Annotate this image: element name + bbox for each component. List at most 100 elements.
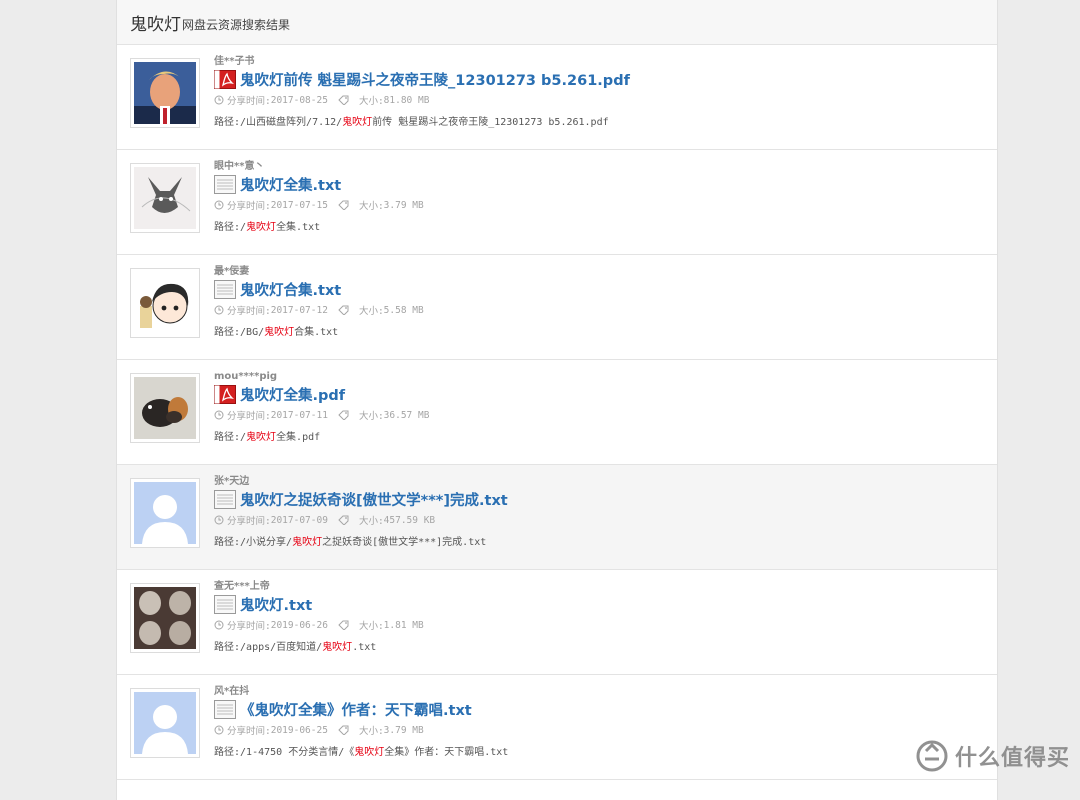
avatar-image (134, 62, 196, 124)
share-date: 2017-07-12 (270, 304, 328, 316)
path-keyword: 鬼吹灯 (292, 537, 323, 548)
size-label: 大小: (358, 96, 384, 107)
title-row: 鬼吹灯前传 魁星踢斗之夜帝王陵_12301273 b5.261.pdf (214, 69, 987, 90)
tag-icon (338, 95, 349, 105)
result-info: 风*在抖 《鬼吹灯全集》作者：天下霸唱.txt 分享时间: 2019-06-25 大小:… (214, 686, 987, 758)
title-rest: 合集.txt (283, 283, 342, 299)
title-keyword: 鬼吹灯 (240, 493, 284, 509)
result-info: mou****pig 鬼吹灯全集.pdf 分享时间: 2017-07-11 大小: 36.… (214, 371, 987, 443)
uploader-name[interactable]: 风*在抖 (214, 686, 987, 698)
uploader-name[interactable]: 最*佞妻 (214, 266, 987, 278)
title-row: 鬼吹灯.txt (214, 594, 987, 615)
share-date: 2019-06-26 (270, 619, 328, 631)
file-title-link[interactable]: 鬼吹灯全集.txt (240, 174, 341, 195)
uploader-name[interactable]: 眼中**意丶 (214, 161, 987, 173)
tag-icon (338, 410, 349, 420)
file-path: 路径:/1-4750 不分类言情/《鬼吹灯全集》作者：天下霸唱.txt (214, 743, 987, 758)
user-avatar[interactable] (130, 583, 200, 653)
pdf-file-icon (214, 385, 236, 404)
path-prefix: /apps/百度知道/ (240, 642, 323, 653)
result-info: 眼中**意丶 鬼吹灯全集.txt 分享时间: 2017-07-15 大小: 3.79 MB… (214, 161, 987, 233)
file-title-link[interactable]: 鬼吹灯全集.pdf (240, 384, 345, 405)
tag-icon (338, 200, 349, 210)
file-size: 3.79 MB (383, 724, 424, 736)
result-item: 查无***上帝 鬼吹灯.txt 分享时间: 2019-06-26 大小: 1.81 MB 路… (117, 570, 997, 675)
path-label: 路径: (214, 432, 241, 443)
title-rest: 全集.txt (283, 178, 342, 194)
user-avatar[interactable] (130, 373, 200, 443)
title-row: 鬼吹灯之捉妖奇谈[傲世文学***]完成.txt (214, 489, 987, 510)
result-item: 张*天边 鬼吹灯之捉妖奇谈[傲世文学***]完成.txt 分享时间: 2017-07-… (117, 465, 997, 570)
user-avatar[interactable] (130, 163, 200, 233)
file-meta: 分享时间: 2017-07-09 大小: 457.59 KB (214, 513, 987, 527)
path-keyword: 鬼吹灯 (342, 117, 373, 128)
clock-icon (214, 620, 224, 630)
file-title-link[interactable]: 《鬼吹灯全集》作者：天下霸唱.txt (240, 699, 472, 720)
path-keyword: 鬼吹灯 (354, 747, 385, 758)
path-label: 路径: (214, 222, 241, 233)
result-item: mou****pig 鬼吹灯全集.pdf 分享时间: 2017-07-11 大小: 36.… (117, 360, 997, 465)
file-meta: 分享时间: 2019-06-26 大小: 1.81 MB (214, 618, 987, 632)
path-suffix: .txt (352, 642, 377, 653)
pdf-file-icon (214, 70, 236, 89)
file-meta: 分享时间: 2019-06-25 大小: 3.79 MB (214, 723, 987, 737)
uploader-name[interactable]: 查无***上帝 (214, 581, 987, 593)
result-item: 眼中**意丶 鬼吹灯全集.txt 分享时间: 2017-07-15 大小: 3.79 MB… (117, 150, 997, 255)
share-date: 2017-07-09 (270, 514, 328, 526)
watermark-text: 什么值得买 (954, 746, 1070, 771)
share-date: 2017-07-15 (270, 199, 328, 211)
path-suffix: 全集.txt (276, 222, 321, 233)
title-prefix: 《 (240, 703, 255, 719)
result-info: 佳**子书 鬼吹灯前传 魁星踢斗之夜帝王陵_12301273 b5.261.pdf… (214, 56, 987, 128)
file-path: 路径:/小说分享/鬼吹灯之捉妖奇谈[傲世文学***]完成.txt (214, 533, 987, 548)
path-suffix: 全集》作者：天下霸唱.txt (384, 747, 509, 758)
file-meta: 分享时间: 2017-07-11 大小: 36.57 MB (214, 408, 987, 422)
text-file-icon (214, 595, 236, 614)
result-info: 查无***上帝 鬼吹灯.txt 分享时间: 2019-06-26 大小: 1.81 MB 路… (214, 581, 987, 653)
share-time-label: 分享时间: (227, 621, 271, 632)
file-title-link[interactable]: 鬼吹灯.txt (240, 594, 312, 615)
user-avatar[interactable] (130, 688, 200, 758)
share-date: 2017-07-11 (270, 409, 328, 421)
title-rest: .txt (283, 598, 313, 614)
result-item: 最*佞妻 鬼吹灯合集.txt 分享时间: 2017-07-12 大小: 5.58 MB 路径… (117, 255, 997, 360)
title-row: 鬼吹灯合集.txt (214, 279, 987, 300)
title-keyword: 鬼吹灯 (240, 73, 284, 89)
avatar-image (134, 377, 196, 439)
path-keyword: 鬼吹灯 (246, 432, 277, 443)
file-size: 5.58 MB (383, 304, 424, 316)
tag-icon (338, 305, 349, 315)
clock-icon (214, 305, 224, 315)
clock-icon (214, 95, 224, 105)
share-date: 2017-08-25 (270, 94, 328, 106)
avatar-image (134, 482, 196, 544)
share-time-label: 分享时间: (227, 726, 271, 737)
uploader-name[interactable]: 佳**子书 (214, 56, 987, 68)
share-time-label: 分享时间: (227, 306, 271, 317)
path-prefix: /1-4750 不分类言情/《 (240, 747, 355, 758)
header-subtitle: 网盘云资源搜索结果 (182, 17, 291, 32)
path-label: 路径: (214, 747, 241, 758)
uploader-name[interactable]: 张*天边 (214, 476, 987, 488)
path-suffix: 合集.txt (294, 327, 339, 338)
size-label: 大小: (358, 306, 384, 317)
user-avatar[interactable] (130, 268, 200, 338)
path-label: 路径: (214, 327, 241, 338)
path-suffix: 之捉妖奇谈[傲世文学***]完成.txt (322, 537, 487, 548)
watermark: 什么值得买 (915, 739, 1070, 773)
path-suffix: 前传 魁星踢斗之夜帝王陵_12301273 b5.261.pdf (372, 117, 609, 128)
title-rest: 全集.pdf (283, 388, 346, 404)
text-file-icon (214, 175, 236, 194)
file-title-link[interactable]: 鬼吹灯之捉妖奇谈[傲世文学***]完成.txt (240, 489, 508, 510)
title-row: 鬼吹灯全集.pdf (214, 384, 987, 405)
user-avatar[interactable] (130, 478, 200, 548)
uploader-name[interactable]: mou****pig (214, 371, 987, 383)
file-title-link[interactable]: 鬼吹灯合集.txt (240, 279, 341, 300)
size-label: 大小: (358, 621, 384, 632)
user-avatar[interactable] (130, 58, 200, 128)
file-title-link[interactable]: 鬼吹灯前传 魁星踢斗之夜帝王陵_12301273 b5.261.pdf (240, 69, 630, 90)
avatar-image (134, 167, 196, 229)
path-prefix: /小说分享/ (240, 537, 293, 548)
result-item: 风*在抖 《鬼吹灯全集》作者：天下霸唱.txt 分享时间: 2019-06-25 大小:… (117, 675, 997, 780)
avatar-image (134, 272, 196, 334)
